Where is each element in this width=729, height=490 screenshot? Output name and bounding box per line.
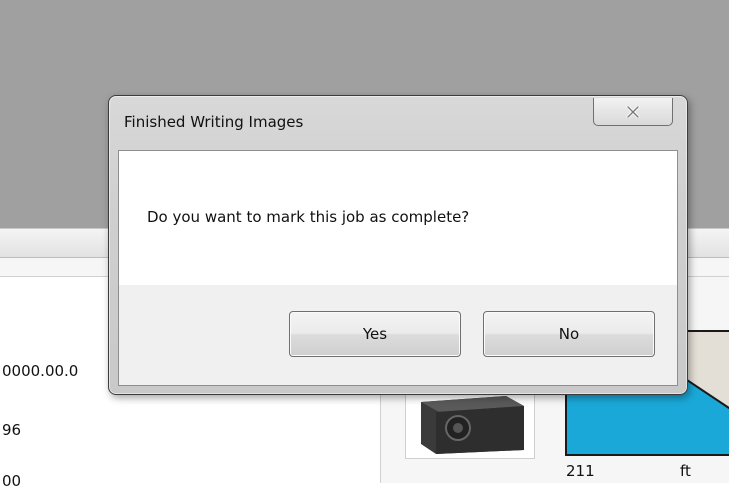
background-value-2: 96 (2, 421, 22, 439)
fuel-level-value: 211 (566, 462, 595, 480)
no-button[interactable]: No (483, 311, 655, 357)
background-value-1: 0000.00.0 (2, 362, 79, 380)
printer-icon (421, 396, 524, 454)
dialog-message: Do you want to mark this job as complete… (147, 208, 470, 226)
yes-button[interactable]: Yes (289, 311, 461, 357)
close-button[interactable] (593, 98, 673, 126)
background-value-3: 00 (2, 472, 22, 490)
dialog-title: Finished Writing Images (124, 113, 304, 131)
fuel-level-unit: ft (680, 462, 691, 480)
dialog-body: Do you want to mark this job as complete… (118, 150, 678, 386)
message-area: Do you want to mark this job as complete… (119, 151, 677, 285)
finished-writing-dialog: Finished Writing Images Do you want to m… (108, 95, 688, 395)
close-icon (626, 105, 640, 118)
